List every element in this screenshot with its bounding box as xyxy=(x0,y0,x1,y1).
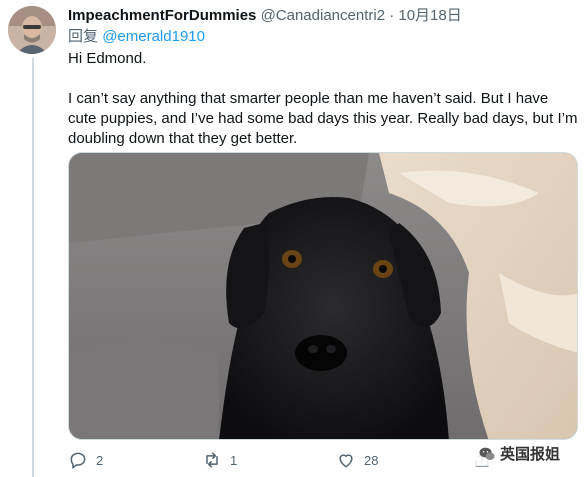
tweet-photo[interactable] xyxy=(68,152,578,440)
watermark-text: 英国报姐 xyxy=(500,445,561,463)
photo-black-labrador-icon xyxy=(69,153,577,439)
like-button[interactable]: 28 xyxy=(336,448,378,472)
tweet-date[interactable]: 10月18日 xyxy=(398,7,461,24)
wechat-icon xyxy=(479,447,495,460)
separator-dot: · xyxy=(389,7,395,24)
user-handle[interactable]: @Canadiancentri2 xyxy=(261,7,385,24)
reply-button[interactable]: 2 xyxy=(68,448,103,472)
retweet-button[interactable]: 1 xyxy=(202,448,237,472)
reply-count: 2 xyxy=(96,452,104,468)
tweet-text: Hi Edmond. I can’t say anything that sma… xyxy=(68,49,578,169)
mention-link[interactable]: @emerald1910 xyxy=(102,28,205,45)
thread-line xyxy=(32,58,34,477)
tweet-paragraph: I can’t say anything that smarter people… xyxy=(68,90,578,147)
replying-to: 回复 @emerald1910 xyxy=(68,27,205,47)
tweet-paragraph: Hi Edmond. xyxy=(68,50,147,67)
retweet-icon xyxy=(206,452,218,468)
tweet-header: ImpeachmentForDummies @Canadiancentri2 ·… xyxy=(68,6,462,26)
watermark: 英国报姐 xyxy=(474,441,565,466)
replying-label: 回复 xyxy=(68,28,99,45)
avatar[interactable] xyxy=(8,6,56,54)
display-name[interactable]: ImpeachmentForDummies xyxy=(68,7,256,24)
heart-icon xyxy=(339,454,353,468)
retweet-count: 1 xyxy=(230,452,238,468)
like-count: 28 xyxy=(364,452,379,468)
reply-icon xyxy=(70,452,86,469)
